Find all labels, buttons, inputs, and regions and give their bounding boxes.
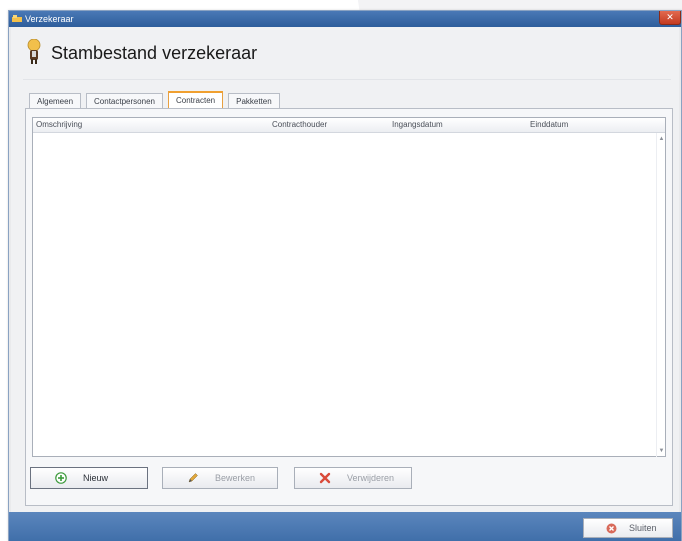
tab-algemeen[interactable]: Algemeen — [29, 93, 82, 109]
grid-scrollbar[interactable]: ▲ ▼ — [656, 133, 665, 457]
column-header-contracthouder[interactable]: Contracthouder — [269, 118, 327, 133]
header-divider — [23, 79, 671, 80]
pencil-icon — [188, 473, 198, 483]
column-header-einddatum[interactable]: Einddatum — [527, 118, 568, 133]
close-button-label: Sluiten — [629, 523, 657, 533]
contracts-grid[interactable]: Omschrijving Contracthouder Ingangsdatum… — [32, 117, 666, 457]
dialog-content: Stambestand verzekeraar Algemeen Contact… — [11, 27, 679, 512]
edit-button[interactable]: Bewerken — [162, 467, 278, 489]
column-header-omschrijving[interactable]: Omschrijving — [33, 118, 82, 133]
dialog-window: Verzekeraar ✕ Stambestand verzekeraar Al… — [8, 10, 682, 541]
window-title: Verzekeraar — [25, 14, 74, 24]
close-button[interactable]: Sluiten — [583, 518, 673, 538]
page-title: Stambestand verzekeraar — [51, 43, 258, 63]
edit-button-label: Bewerken — [215, 473, 256, 483]
close-icon — [606, 523, 617, 533]
scroll-up-icon[interactable]: ▲ — [658, 135, 665, 143]
window-close-button[interactable]: ✕ — [659, 11, 681, 25]
person-icon — [27, 39, 41, 64]
app-icon — [12, 15, 22, 22]
scroll-down-icon[interactable]: ▼ — [658, 447, 665, 455]
new-button-label: Nieuw — [83, 473, 109, 483]
delete-button[interactable]: Verwijderen — [294, 467, 412, 489]
column-header-ingangsdatum[interactable]: Ingangsdatum — [389, 118, 443, 133]
tab-panel-contracten: Omschrijving Contracthouder Ingangsdatum… — [25, 108, 673, 506]
tab-contactpersonen[interactable]: Contactpersonen — [86, 93, 163, 109]
close-x-icon: ✕ — [666, 12, 674, 22]
delete-button-label: Verwijderen — [347, 473, 395, 483]
grid-body[interactable] — [33, 133, 665, 458]
new-button[interactable]: Nieuw — [30, 467, 148, 489]
delete-icon — [319, 472, 331, 484]
footer-bar: Sluiten — [9, 512, 681, 541]
tab-contracten[interactable]: Contracten — [167, 91, 224, 109]
tab-pakketten[interactable]: Pakketten — [228, 93, 280, 109]
title-bar[interactable]: Verzekeraar ✕ — [9, 11, 681, 27]
grid-header: Omschrijving Contracthouder Ingangsdatum… — [33, 118, 665, 133]
tab-bar: Algemeen Contactpersonen Contracten Pakk… — [29, 91, 285, 109]
add-icon — [55, 472, 67, 484]
